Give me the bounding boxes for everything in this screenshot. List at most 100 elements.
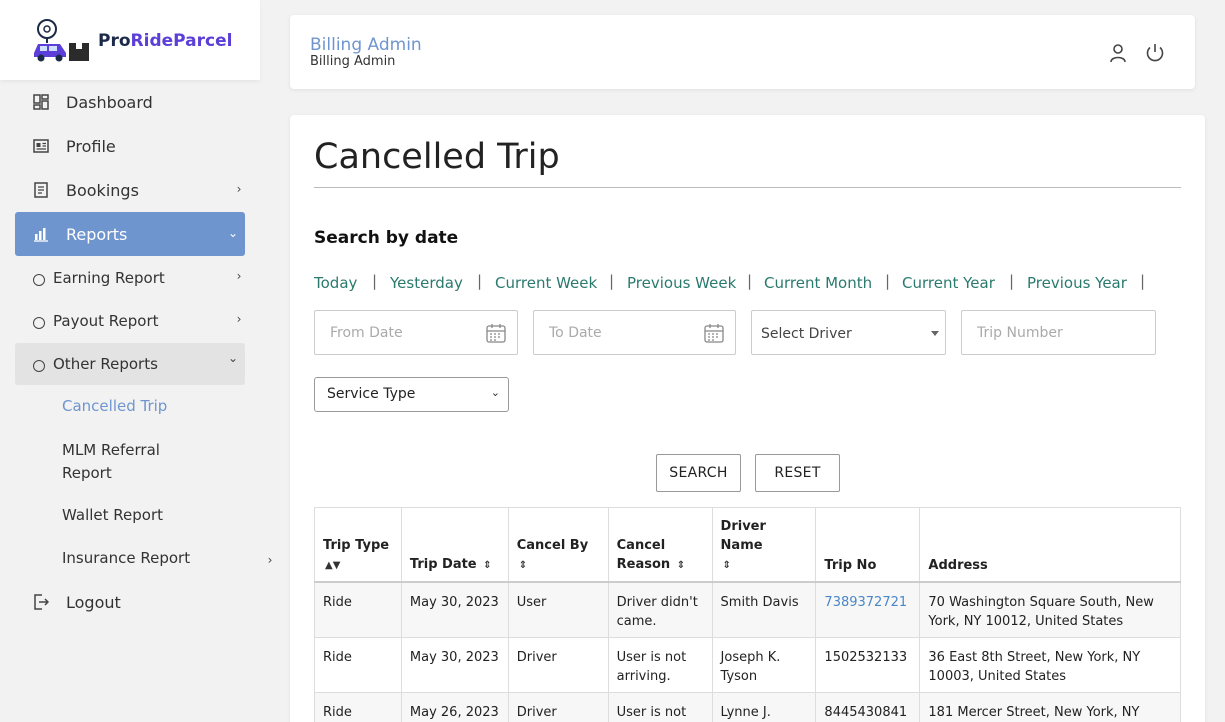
caret-down-icon [931, 331, 939, 336]
divider: | [477, 272, 483, 290]
cell-trip-type: Ride [314, 692, 402, 722]
sidebar-item-other-reports[interactable]: Other Reports ⌄ [15, 343, 245, 385]
table-row: Ride May 30, 2023 Driver User is not arr… [314, 637, 1181, 693]
service-type-select[interactable]: Service Type ⌄ [314, 377, 509, 412]
cell-cancel-by: Driver [507, 692, 609, 722]
trip-no-link[interactable]: 7389372721 [824, 595, 907, 610]
reports-icon [32, 225, 50, 243]
cell-address: 181 Mercer Street, New York, NY 10012, U… [919, 692, 1181, 722]
filter-current-week[interactable]: Current Week [495, 274, 597, 292]
sidebar-item-earning-report[interactable]: Earning Report › [15, 257, 245, 299]
sidebar-item-mlm-referral-report[interactable]: MLM Referral Report [62, 439, 160, 485]
sidebar: ProRideParcel Dashboard Profile Bookings… [0, 0, 272, 722]
sort-icon: ⇕ [676, 560, 686, 571]
column-header-trip-date[interactable]: Trip Date ⇕ [400, 507, 509, 583]
brand-logo-icon[interactable] [30, 17, 92, 63]
chevron-right-icon: › [236, 312, 242, 326]
brand-name: ProRideParcel [98, 31, 232, 51]
cell-trip-no: 8445430841 [815, 692, 921, 722]
filter-current-year[interactable]: Current Year [902, 274, 995, 292]
sidebar-item-profile[interactable]: Profile [15, 124, 245, 168]
cell-cancel-by: Driver [507, 637, 609, 693]
divider: | [1140, 272, 1146, 290]
logout-icon [32, 593, 50, 611]
dashboard-icon [32, 93, 50, 111]
sidebar-item-label: Insurance Report [62, 549, 191, 567]
cancelled-trips-table: Trip Type ▲▼ Trip Date ⇕ Cancel By ⇕ Canc… [314, 507, 1181, 722]
power-icon[interactable] [1144, 42, 1166, 64]
filter-previous-year[interactable]: Previous Year [1027, 274, 1127, 292]
sidebar-item-bookings[interactable]: Bookings › [15, 168, 245, 212]
main-card: Cancelled Trip Search by date Today | Ye… [290, 115, 1205, 722]
table-row: Ride May 26, 2023 Driver User is not arr… [314, 692, 1181, 722]
cell-cancel-by: User [507, 581, 609, 638]
column-header-trip-type[interactable]: Trip Type ▲▼ [314, 507, 402, 583]
cell-trip-date: May 30, 2023 [400, 581, 509, 638]
reset-button[interactable]: RESET [755, 454, 840, 492]
sidebar-item-label: Earning Report [53, 269, 165, 287]
cell-driver-name: Joseph K. Tyson [711, 637, 817, 693]
sidebar-item-label: Payout Report [53, 312, 159, 330]
column-header-trip-no[interactable]: Trip No [815, 507, 921, 583]
sidebar-item-payout-report[interactable]: Payout Report › [15, 300, 245, 342]
to-date-field [533, 310, 736, 355]
cell-cancel-reason: User is not arriving. [607, 637, 713, 693]
cell-trip-date: May 30, 2023 [400, 637, 509, 693]
sort-icon: ⇕ [722, 560, 731, 571]
table-row: Ride May 30, 2023 User Driver didn't cam… [314, 581, 1181, 638]
column-header-cancel-by[interactable]: Cancel By ⇕ [507, 507, 609, 583]
filter-yesterday[interactable]: Yesterday [390, 274, 463, 292]
sidebar-item-logout[interactable]: Logout [15, 580, 245, 624]
sidebar-item-label: Dashboard [66, 92, 153, 112]
profile-card-icon [32, 137, 50, 155]
sidebar-item-label: Profile [66, 136, 116, 156]
divider: | [1009, 272, 1015, 290]
cell-driver-name: Smith Davis [711, 581, 817, 638]
filter-today[interactable]: Today [314, 274, 357, 292]
divider: | [885, 272, 891, 290]
divider: | [372, 272, 378, 290]
sidebar-item-dashboard[interactable]: Dashboard [15, 80, 245, 124]
calendar-icon[interactable] [703, 322, 725, 344]
trip-number-input[interactable] [962, 311, 1155, 354]
filter-current-month[interactable]: Current Month [764, 274, 872, 292]
trip-number-field [961, 310, 1156, 355]
sidebar-item-label: Logout [66, 592, 121, 612]
select-driver-dropdown[interactable]: Select Driver [751, 310, 946, 355]
sidebar-item-insurance-report[interactable]: Insurance Report › [62, 547, 272, 570]
top-bar: Billing Admin Billing Admin [290, 15, 1195, 89]
user-icon[interactable] [1107, 42, 1129, 64]
sort-icon: ⇕ [483, 560, 492, 571]
column-header-driver-name[interactable]: Driver Name ⇕ [711, 507, 817, 583]
sidebar-item-reports[interactable]: Reports ⌄ [15, 212, 245, 256]
search-button[interactable]: SEARCH [656, 454, 741, 492]
column-header-address[interactable]: Address [919, 507, 1181, 583]
chevron-right-icon: › [267, 553, 273, 567]
column-header-cancel-reason[interactable]: Cancel Reason ⇕ [607, 507, 713, 583]
circle-icon [33, 317, 45, 329]
header-label: Cancel Reason [616, 538, 671, 572]
search-by-date-label: Search by date [314, 228, 459, 248]
sort-icon: ▲▼ [325, 560, 341, 571]
circle-icon [33, 360, 45, 372]
cell-trip-type: Ride [314, 637, 402, 693]
header-label: Trip Date [409, 557, 477, 572]
calendar-icon[interactable] [485, 322, 507, 344]
sidebar-item-wallet-report[interactable]: Wallet Report [62, 504, 163, 527]
from-date-field [314, 310, 518, 355]
cell-address: 70 Washington Square South, New York, NY… [919, 581, 1181, 638]
page-title: Cancelled Trip [314, 137, 560, 177]
sidebar-item-cancelled-trip[interactable]: Cancelled Trip [62, 395, 167, 418]
cell-trip-no: 7389372721 [815, 581, 921, 638]
cell-trip-no: 1502532133 [815, 637, 921, 693]
header-label: Trip Type [323, 538, 390, 553]
sidebar-item-label: Reports [66, 224, 128, 244]
brand-name-part1: Pro [98, 31, 131, 51]
top-bar-subtitle: Billing Admin [310, 54, 396, 69]
filter-previous-week[interactable]: Previous Week [627, 274, 736, 292]
table-header-row: Trip Type ▲▼ Trip Date ⇕ Cancel By ⇕ Canc… [314, 507, 1181, 583]
chevron-right-icon: › [236, 182, 242, 196]
header-label: Driver Name [720, 519, 766, 553]
cell-trip-date: May 26, 2023 [400, 692, 509, 722]
service-type-value: Service Type [327, 386, 416, 402]
